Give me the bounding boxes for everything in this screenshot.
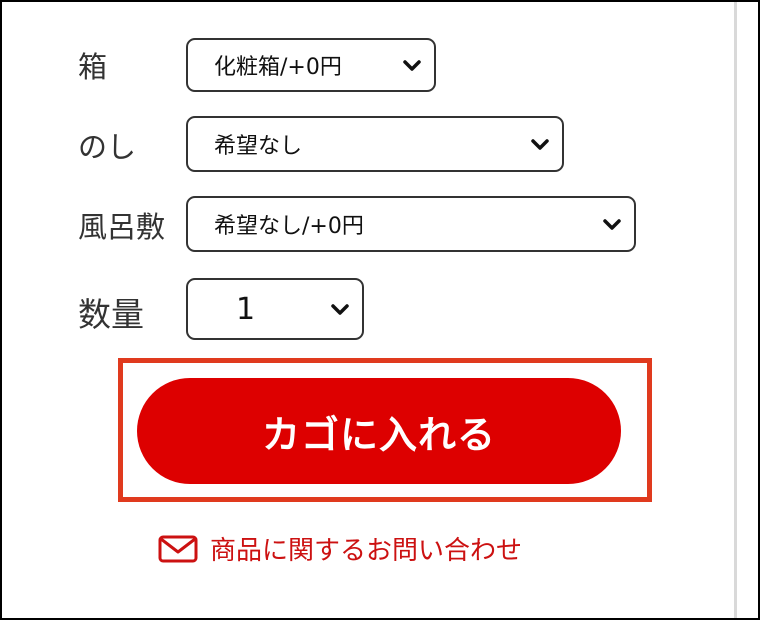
chevron-down-icon: [403, 60, 421, 71]
box-select[interactable]: 化粧箱/+0円: [186, 38, 436, 92]
chevron-down-icon: [531, 139, 549, 150]
noshi-select[interactable]: 希望なし: [186, 116, 564, 172]
product-inquiry-link[interactable]: 商品に関するお問い合わせ: [158, 530, 522, 567]
chevron-down-icon: [331, 304, 349, 315]
quantity-select-value: 1: [236, 291, 256, 327]
box-label: 箱: [78, 50, 108, 84]
furoshiki-select[interactable]: 希望なし/+0円: [186, 196, 636, 252]
furoshiki-select-value: 希望なし/+0円: [214, 214, 364, 239]
product-inquiry-label: 商品に関するお問い合わせ: [210, 536, 523, 566]
chevron-down-icon: [603, 219, 621, 230]
quantity-label: 数量: [78, 295, 144, 334]
noshi-select-value: 希望なし: [214, 134, 303, 159]
add-to-cart-button[interactable]: カゴに入れる: [137, 378, 621, 484]
quantity-select[interactable]: 1: [186, 278, 364, 340]
mail-icon: [158, 535, 198, 562]
noshi-label: のし: [78, 130, 137, 164]
box-select-value: 化粧箱/+0円: [214, 55, 342, 80]
scroll-rail: [734, 2, 737, 618]
furoshiki-label: 風呂敷: [78, 210, 166, 244]
